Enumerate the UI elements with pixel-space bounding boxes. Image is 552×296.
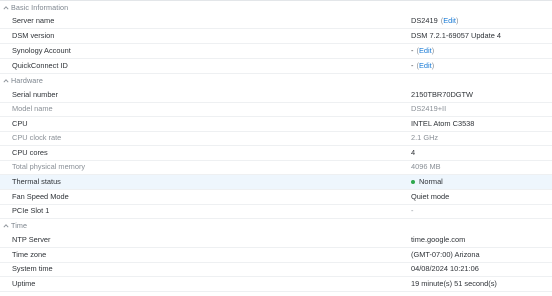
status-dot-icon [411, 179, 415, 184]
chevron-up-icon[interactable] [2, 74, 9, 87]
row-pcie-slot-1: PCIe Slot 1 - [0, 204, 552, 219]
system-time-value: 04/08/2024 10:21:06 [411, 264, 479, 274]
row-label: Fan Speed Mode [12, 192, 69, 202]
row-quickconnect-id: QuickConnect ID - (Edit) [0, 59, 552, 74]
row-value: - (Edit) [411, 46, 434, 55]
row-dsm-version: DSM version DSM 7.2.1-69057 Update 4 [0, 29, 552, 44]
row-uptime: Uptime 19 minute(s) 51 second(s) [0, 277, 552, 292]
row-serial-number: Serial number 2150TBR70DGTW [0, 88, 552, 103]
time-zone-value: (GMT-07:00) Arizona [411, 250, 480, 260]
row-time-zone: Time zone (GMT-07:00) Arizona [0, 248, 552, 263]
edit-server-name-link[interactable]: (Edit) [441, 16, 459, 25]
cpu-cores-value: 4 [411, 148, 416, 158]
row-fan-speed-mode: Fan Speed Mode Quiet mode [0, 190, 552, 205]
quickconnect-id-value: - [411, 61, 414, 71]
chevron-up-icon[interactable] [2, 1, 9, 14]
row-label: Uptime [12, 279, 36, 289]
row-label: PCIe Slot 1 [12, 206, 50, 216]
row-value: DS2419 (Edit) [411, 16, 458, 25]
row-synology-account: Synology Account - (Edit) [0, 44, 552, 59]
synology-account-value: - [411, 46, 414, 56]
ntp-server-value: time.google.com [411, 235, 466, 245]
row-value: - (Edit) [411, 61, 434, 70]
section-title: Hardware [11, 76, 43, 85]
row-label: Time zone [12, 250, 47, 260]
row-label: System time [12, 264, 53, 274]
edit-quickconnect-id-link[interactable]: (Edit) [416, 61, 434, 70]
row-cpu: CPU INTEL Atom C3538 [0, 117, 552, 132]
row-label: DSM version [12, 31, 55, 41]
row-label: Model name [12, 104, 53, 114]
uptime-value: 19 minute(s) 51 second(s) [411, 279, 497, 289]
row-label: Total physical memory [12, 162, 86, 172]
row-label: CPU [12, 119, 28, 129]
chevron-up-icon[interactable] [2, 219, 9, 232]
row-label: CPU cores [12, 148, 48, 158]
row-label: Synology Account [12, 46, 71, 56]
thermal-status-value: Normal [419, 177, 443, 187]
section-title: Time [11, 221, 28, 230]
edit-synology-account-link[interactable]: (Edit) [416, 46, 434, 55]
fan-speed-mode-value: Quiet mode [411, 192, 450, 202]
row-system-time: System time 04/08/2024 10:21:06 [0, 262, 552, 277]
row-label: Serial number [12, 90, 59, 100]
section-title: Basic Information [11, 3, 69, 12]
info-center-general-panel: Basic Information Server name DS2419 (Ed… [0, 0, 552, 296]
row-cpu-clock-rate: CPU clock rate 2.1 GHz [0, 131, 552, 146]
row-label: NTP Server [12, 235, 51, 245]
row-thermal-status: Thermal status Normal [0, 175, 552, 190]
row-total-physical-memory: Total physical memory 4096 MB [0, 160, 552, 175]
memory-value: 4096 MB [411, 162, 441, 172]
serial-number-value: 2150TBR70DGTW [411, 90, 474, 100]
section-hardware[interactable]: Hardware [0, 74, 552, 87]
row-model-name: Model name DS2419+II [0, 102, 552, 117]
cpu-clock-value: 2.1 GHz [411, 133, 439, 143]
section-basic-information[interactable]: Basic Information [0, 1, 552, 14]
model-name-value: DS2419+II [411, 104, 447, 114]
row-label: Server name [12, 16, 55, 26]
dsm-version-value: DSM 7.2.1-69057 Update 4 [411, 31, 501, 41]
row-cpu-cores: CPU cores 4 [0, 146, 552, 161]
row-value: Normal [411, 177, 443, 186]
row-server-name: Server name DS2419 (Edit) [0, 14, 552, 29]
row-label: CPU clock rate [12, 133, 62, 143]
row-label: QuickConnect ID [12, 61, 68, 71]
row-ntp-server: NTP Server time.google.com [0, 233, 552, 248]
pcie-slot-value: - [411, 206, 414, 216]
row-label: Thermal status [12, 177, 61, 187]
section-time[interactable]: Time [0, 219, 552, 232]
cpu-value: INTEL Atom C3538 [411, 119, 475, 129]
server-name-value: DS2419 [411, 16, 438, 26]
